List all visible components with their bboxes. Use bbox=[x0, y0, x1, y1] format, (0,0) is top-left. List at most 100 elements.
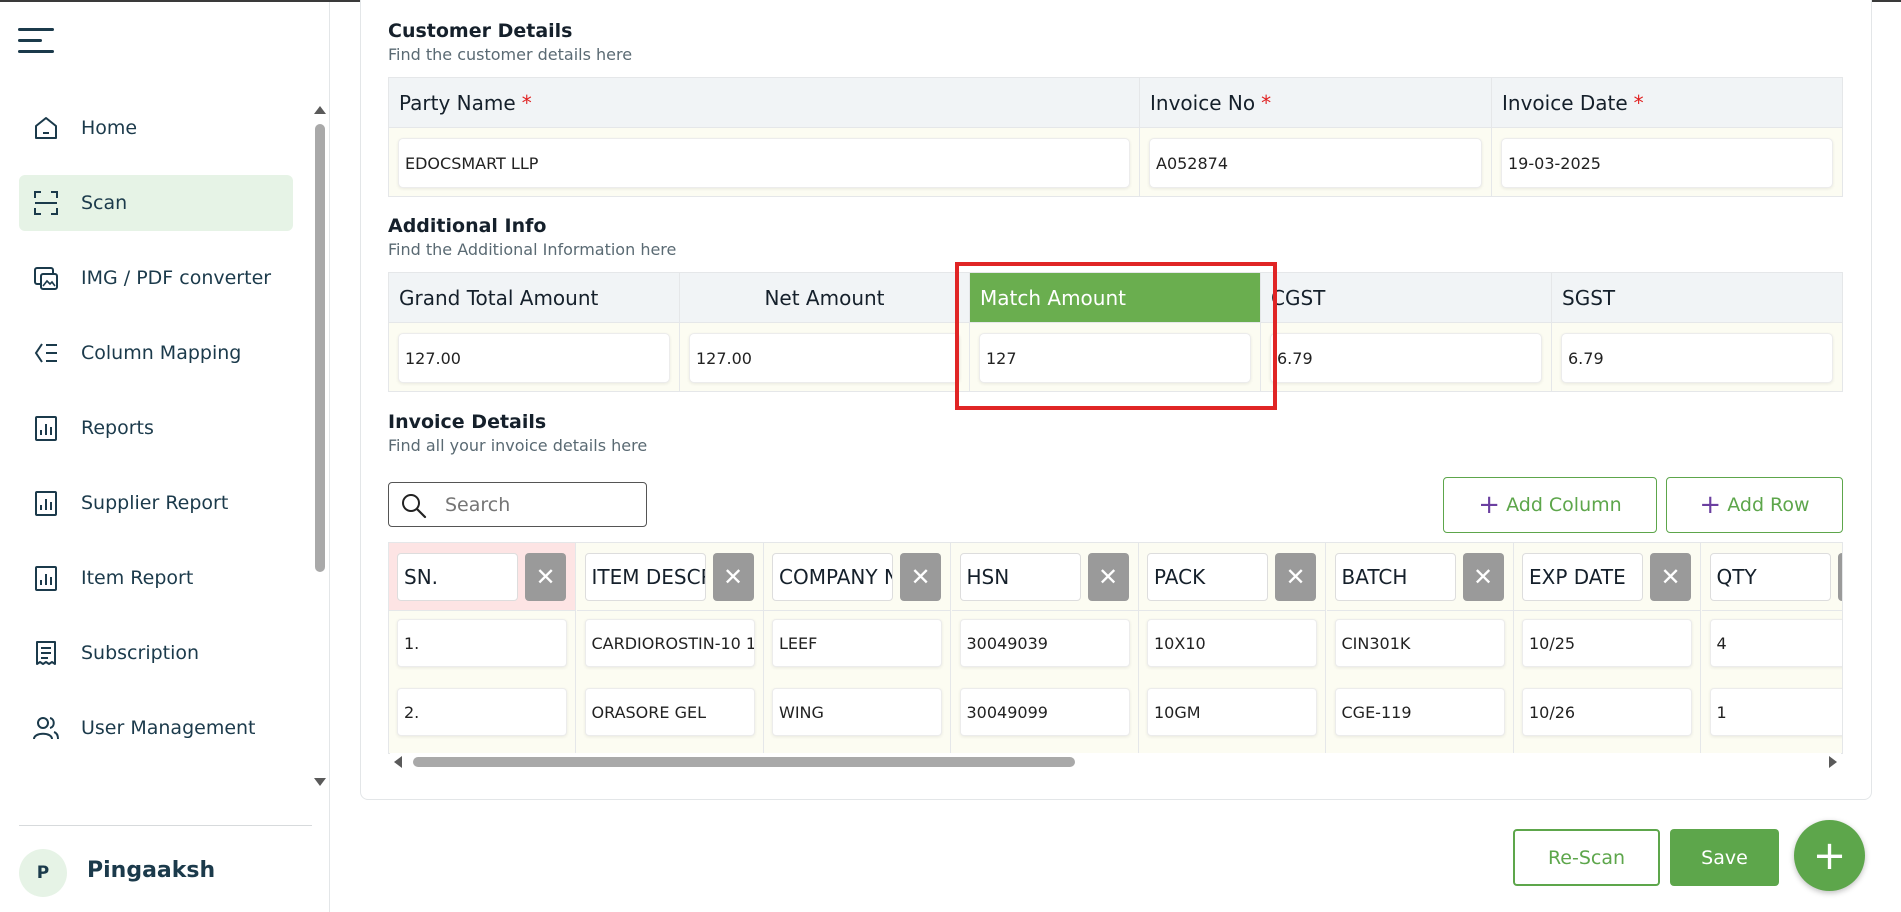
table-cell[interactable]: CIN301K bbox=[1334, 619, 1505, 667]
sidebar-item-label: Supplier Report bbox=[81, 492, 229, 514]
column-header-input[interactable]: QTY bbox=[1709, 553, 1831, 601]
sidebar-item-column-mapping[interactable]: Column Mapping bbox=[19, 325, 293, 381]
field-label: SGST bbox=[1552, 273, 1842, 323]
table-column: BATCH ✕ CIN301K CGE-119 bbox=[1326, 543, 1514, 753]
sidebar-scrollbar[interactable] bbox=[313, 106, 326, 786]
table-cell[interactable]: 1 bbox=[1709, 688, 1842, 736]
report-icon bbox=[35, 566, 57, 591]
sidebar-item-label: Home bbox=[81, 117, 138, 139]
sidebar-item-label: Item Report bbox=[81, 567, 194, 589]
table-cell[interactable]: 10/25 bbox=[1522, 619, 1692, 667]
save-button[interactable]: Save bbox=[1670, 829, 1779, 886]
table-cell[interactable]: 1. bbox=[397, 619, 567, 667]
match-amount-highlight bbox=[955, 262, 1277, 410]
table-cell[interactable]: 30049099 bbox=[959, 688, 1130, 736]
table-column: HSN ✕ 30049039 30049099 bbox=[951, 543, 1139, 753]
scrollbar-thumb[interactable] bbox=[315, 124, 325, 572]
field-label: Invoice Date * bbox=[1492, 78, 1842, 128]
scrollbar-thumb[interactable] bbox=[413, 757, 1075, 767]
add-column-button[interactable]: + Add Column bbox=[1443, 477, 1657, 533]
sidebar-item-img-pdf-converter[interactable]: IMG / PDF converter bbox=[19, 250, 293, 306]
remove-column-icon[interactable]: ✕ bbox=[525, 553, 566, 601]
table-cell[interactable]: 10/26 bbox=[1522, 688, 1692, 736]
invoice-details-title: Invoice Details bbox=[388, 411, 547, 433]
sidebar-item-label: Reports bbox=[81, 417, 154, 439]
column-header: BATCH ✕ bbox=[1326, 543, 1513, 611]
invoice-no-input[interactable]: A052874 bbox=[1149, 138, 1482, 188]
table-column: PACK ✕ 10X10 10GM bbox=[1139, 543, 1326, 753]
table-cell[interactable]: 2. bbox=[397, 688, 567, 736]
grand-total-input[interactable]: 127.00 bbox=[398, 333, 670, 383]
column-header-input[interactable]: ITEM DESCR bbox=[584, 553, 706, 601]
sidebar-item-label: Subscription bbox=[81, 642, 200, 664]
add-row-button[interactable]: + Add Row bbox=[1666, 477, 1843, 533]
remove-column-icon[interactable]: ✕ bbox=[1837, 553, 1842, 601]
cgst-input[interactable]: 6.79 bbox=[1270, 333, 1542, 383]
sidebar-item-user-management[interactable]: User Management bbox=[19, 700, 293, 756]
table-cell[interactable]: 4 bbox=[1709, 619, 1842, 667]
column-header: SN. ✕ bbox=[389, 543, 575, 611]
home-icon bbox=[35, 117, 57, 139]
scroll-left-icon[interactable] bbox=[394, 756, 402, 768]
remove-column-icon[interactable]: ✕ bbox=[712, 553, 754, 601]
app-root: Home Scan IMG / PDF converter Column Map… bbox=[0, 0, 1901, 912]
scroll-up-icon[interactable] bbox=[314, 106, 326, 114]
table-cell[interactable]: 30049039 bbox=[959, 619, 1130, 667]
plus-icon: + bbox=[1699, 490, 1722, 520]
sidebar-item-item-report[interactable]: Item Report bbox=[19, 550, 293, 606]
table-cell[interactable]: WING bbox=[772, 688, 942, 736]
sidebar-item-label: Scan bbox=[81, 192, 128, 214]
column-header: EXP DATE ✕ bbox=[1514, 543, 1700, 611]
column-header-input[interactable]: BATCH bbox=[1334, 553, 1456, 601]
menu-icon[interactable] bbox=[18, 28, 54, 54]
grand-total-field: Grand Total Amount 127.00 bbox=[389, 273, 680, 391]
scroll-right-icon[interactable] bbox=[1829, 756, 1837, 768]
table-column: EXP DATE ✕ 10/25 10/26 bbox=[1514, 543, 1701, 753]
add-fab-button[interactable]: + bbox=[1794, 820, 1865, 891]
table-horizontal-scrollbar[interactable] bbox=[390, 753, 1841, 771]
table-column: COMPANY N ✕ LEEF WING bbox=[764, 543, 951, 753]
column-header-input[interactable]: HSN bbox=[959, 553, 1081, 601]
sidebar-item-home[interactable]: Home bbox=[19, 100, 293, 156]
column-header-input[interactable]: PACK bbox=[1147, 553, 1268, 601]
column-header: PACK ✕ bbox=[1139, 543, 1325, 611]
sidebar-item-label: User Management bbox=[81, 717, 256, 739]
sidebar-item-supplier-report[interactable]: Supplier Report bbox=[19, 475, 293, 531]
column-header-input[interactable]: EXP DATE bbox=[1522, 553, 1643, 601]
remove-column-icon[interactable]: ✕ bbox=[1275, 553, 1316, 601]
sidebar-item-scan[interactable]: Scan bbox=[19, 175, 293, 231]
table-cell[interactable]: CARDIOROSTIN-10 1 bbox=[584, 619, 755, 667]
sidebar-item-reports[interactable]: Reports bbox=[19, 400, 293, 456]
sidebar-item-subscription[interactable]: Subscription bbox=[19, 625, 293, 681]
field-label: Invoice No * bbox=[1140, 78, 1491, 128]
remove-column-icon[interactable]: ✕ bbox=[900, 553, 941, 601]
rescan-button[interactable]: Re-Scan bbox=[1513, 829, 1660, 886]
table-cell[interactable]: LEEF bbox=[772, 619, 942, 667]
net-amount-input[interactable]: 127.00 bbox=[689, 333, 960, 383]
column-header-input[interactable]: SN. bbox=[397, 553, 518, 601]
party-name-input[interactable]: EDOCSMART LLP bbox=[398, 138, 1130, 188]
search-box[interactable] bbox=[388, 482, 647, 527]
table-cell[interactable]: ORASORE GEL bbox=[584, 688, 755, 736]
table-cell[interactable]: 10GM bbox=[1147, 688, 1317, 736]
remove-column-icon[interactable]: ✕ bbox=[1087, 553, 1129, 601]
customer-details-grid: Party Name * EDOCSMART LLP Invoice No * A0… bbox=[388, 77, 1843, 197]
additional-info-title: Additional Info bbox=[388, 215, 547, 237]
search-input[interactable] bbox=[445, 494, 635, 516]
column-header: ITEM DESCR ✕ bbox=[576, 543, 763, 611]
sgst-input[interactable]: 6.79 bbox=[1561, 333, 1833, 383]
field-label: Grand Total Amount bbox=[389, 273, 679, 323]
remove-column-icon[interactable]: ✕ bbox=[1650, 553, 1691, 601]
sidebar-item-label: IMG / PDF converter bbox=[81, 267, 272, 289]
invoice-date-input[interactable]: 19-03-2025 bbox=[1501, 138, 1833, 188]
net-amount-field: Net Amount 127.00 bbox=[680, 273, 970, 391]
table-cell[interactable]: CGE-119 bbox=[1334, 688, 1505, 736]
avatar[interactable]: P bbox=[19, 849, 67, 897]
scroll-down-icon[interactable] bbox=[314, 778, 326, 786]
plus-icon: + bbox=[1478, 490, 1501, 520]
column-header-input[interactable]: COMPANY N bbox=[772, 553, 893, 601]
party-name-field: Party Name * EDOCSMART LLP bbox=[389, 78, 1140, 196]
remove-column-icon[interactable]: ✕ bbox=[1462, 553, 1504, 601]
column-header: HSN ✕ bbox=[951, 543, 1138, 611]
table-cell[interactable]: 10X10 bbox=[1147, 619, 1317, 667]
